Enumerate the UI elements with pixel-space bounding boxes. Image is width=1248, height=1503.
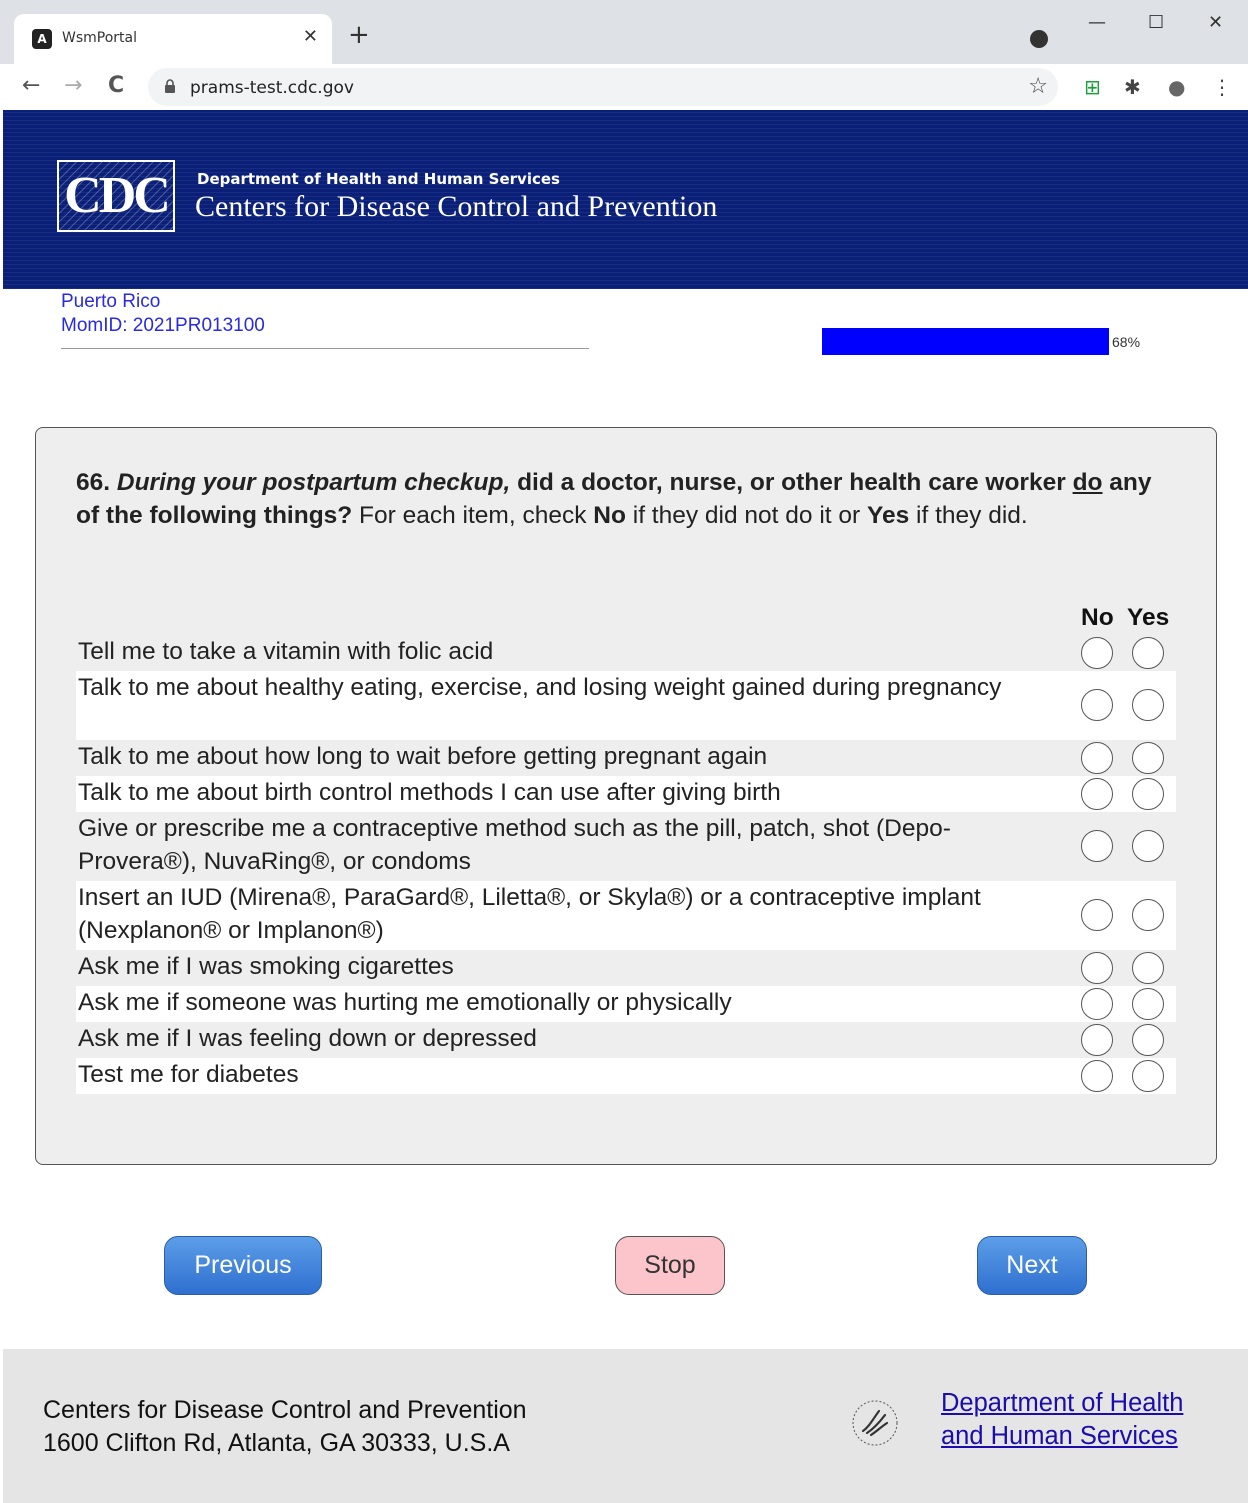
item-row: Test me for diabetes: [76, 1058, 1176, 1094]
star-icon[interactable]: ☆: [1028, 74, 1048, 99]
radio-yes[interactable]: [1132, 899, 1164, 931]
column-header-no: No: [1081, 604, 1114, 631]
account-icon[interactable]: ●: [1168, 76, 1185, 98]
question-instruction: For each item, check: [352, 502, 594, 529]
footer-street-address: 1600 Clifton Rd, Atlanta, GA 30333, U.S.…: [43, 1429, 510, 1457]
menu-icon[interactable]: ⋮: [1212, 76, 1232, 98]
radio-yes[interactable]: [1132, 952, 1164, 984]
item-row: Ask me if someone was hurting me emotion…: [76, 986, 1176, 1022]
site-header: CDC Department of Health and Human Servi…: [3, 110, 1248, 289]
question-underlined-word: do: [1072, 469, 1103, 496]
item-row: Insert an IUD (Mirena®, ParaGard®, Lilet…: [76, 881, 1176, 950]
window-close-icon[interactable]: ✕: [1208, 12, 1223, 33]
radio-no[interactable]: [1081, 988, 1113, 1020]
puzzle-icon[interactable]: ✱: [1124, 76, 1141, 98]
back-arrow-icon[interactable]: ←: [22, 74, 40, 98]
tab-close-icon[interactable]: ✕: [303, 26, 318, 47]
cdc-logo-text: CDC: [64, 167, 171, 224]
minimize-icon[interactable]: —: [1088, 12, 1106, 33]
item-label: Tell me to take a vitamin with folic aci…: [78, 638, 494, 665]
footer-address: Centers for Disease Control and Preventi…: [43, 1394, 527, 1460]
new-tab-icon[interactable]: +: [348, 22, 370, 48]
reload-icon[interactable]: C: [108, 74, 124, 98]
item-label: Talk to me about birth control methods I…: [78, 779, 781, 806]
department-line: Department of Health and Human Services: [197, 170, 560, 188]
url-text: prams-test.cdc.gov: [190, 78, 354, 98]
radio-yes[interactable]: [1132, 830, 1164, 862]
radio-no[interactable]: [1081, 742, 1113, 774]
browser-tab[interactable]: A WsmPortal ✕: [14, 14, 332, 64]
item-label: Talk to me about healthy eating, exercis…: [78, 674, 1002, 701]
radio-no[interactable]: [1081, 1060, 1113, 1092]
hhs-link-line-1[interactable]: Department of Health: [941, 1387, 1183, 1420]
agency-name: Centers for Disease Control and Preventi…: [195, 190, 718, 223]
hhs-link[interactable]: Department of Health and Human Services: [941, 1387, 1183, 1453]
radio-yes[interactable]: [1132, 742, 1164, 774]
previous-button[interactable]: Previous: [164, 1236, 322, 1295]
mom-id-label: MomID: 2021PR013100: [61, 315, 265, 336]
question-instruction-2: if they did not do it or: [625, 502, 867, 529]
angular-favicon-icon: A: [32, 29, 52, 49]
browser-tab-strip: A WsmPortal ✕ + — ☐ ✕: [0, 0, 1248, 64]
respondent-info: Puerto Rico MomID: 2021PR013100: [61, 290, 589, 349]
progress-percent: 68%: [1112, 334, 1141, 350]
item-label: Talk to me about how long to wait before…: [78, 743, 768, 770]
media-control-icon[interactable]: [1030, 30, 1048, 48]
item-label: Test me for diabetes: [78, 1061, 299, 1088]
item-label: Ask me if I was smoking cigarettes: [78, 953, 454, 980]
question-no-word: No: [593, 502, 626, 529]
site-footer: Centers for Disease Control and Preventi…: [3, 1349, 1248, 1503]
radio-yes[interactable]: [1132, 1060, 1164, 1092]
cdc-logo: CDC: [57, 160, 175, 232]
radio-no[interactable]: [1081, 1024, 1113, 1056]
item-row: Talk to me about birth control methods I…: [76, 776, 1176, 812]
radio-yes[interactable]: [1132, 778, 1164, 810]
tab-title: WsmPortal: [62, 30, 137, 46]
radio-no[interactable]: [1081, 899, 1113, 931]
item-row: Ask me if I was smoking cigarettes: [76, 950, 1176, 986]
question-text: 66. During your postpartum checkup, did …: [76, 466, 1171, 532]
hhs-link-line-2[interactable]: and Human Services: [941, 1420, 1183, 1453]
radio-yes[interactable]: [1132, 689, 1164, 721]
radio-yes[interactable]: [1132, 637, 1164, 669]
next-button[interactable]: Next: [977, 1236, 1087, 1295]
item-row: Give or prescribe me a contraceptive met…: [76, 812, 1176, 881]
spreadsheet-extension-icon[interactable]: ⊞: [1084, 76, 1101, 98]
radio-no[interactable]: [1081, 637, 1113, 669]
location-label: Puerto Rico: [61, 291, 161, 312]
item-label: Ask me if I was feeling down or depresse…: [78, 1025, 537, 1052]
item-label: Ask me if someone was hurting me emotion…: [78, 989, 732, 1016]
lock-icon: [165, 79, 175, 93]
item-row: Talk to me about healthy eating, exercis…: [76, 671, 1176, 740]
item-row: Tell me to take a vitamin with folic aci…: [76, 635, 1176, 671]
stop-button[interactable]: Stop: [615, 1236, 725, 1295]
question-bold-part: did a doctor, nurse, or other health car…: [510, 469, 1073, 496]
hhs-eagle-icon: [852, 1400, 898, 1446]
item-label: Give or prescribe me a contraceptive met…: [78, 815, 951, 875]
question-yes-word: Yes: [867, 502, 910, 529]
progress-bar: [822, 328, 1109, 355]
question-panel: 66. During your postpartum checkup, did …: [35, 427, 1217, 1165]
radio-yes[interactable]: [1132, 1024, 1164, 1056]
radio-no[interactable]: [1081, 830, 1113, 862]
question-instruction-3: if they did.: [909, 502, 1028, 529]
column-header-yes: Yes: [1127, 604, 1170, 631]
item-row: Talk to me about how long to wait before…: [76, 740, 1176, 776]
radio-no[interactable]: [1081, 689, 1113, 721]
url-field[interactable]: prams-test.cdc.gov ☆: [148, 68, 1058, 106]
forward-arrow-icon[interactable]: →: [64, 74, 82, 98]
radio-no[interactable]: [1081, 778, 1113, 810]
question-emphasis: During your postpartum checkup,: [116, 469, 511, 496]
radio-no[interactable]: [1081, 952, 1113, 984]
footer-org-name: Centers for Disease Control and Preventi…: [43, 1396, 527, 1424]
question-number: 66.: [76, 469, 111, 496]
item-row: Ask me if I was feeling down or depresse…: [76, 1022, 1176, 1058]
radio-yes[interactable]: [1132, 988, 1164, 1020]
maximize-icon[interactable]: ☐: [1148, 12, 1164, 33]
item-label: Insert an IUD (Mirena®, ParaGard®, Lilet…: [78, 884, 981, 944]
address-bar: ← → C prams-test.cdc.gov ☆ ⊞ ✱ ● ⋮: [0, 64, 1248, 110]
